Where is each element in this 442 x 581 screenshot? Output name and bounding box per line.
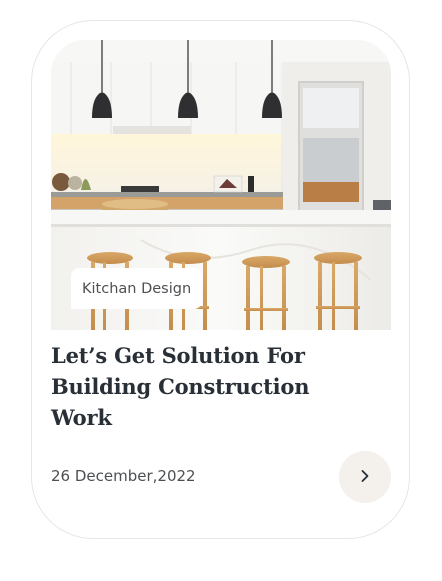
post-title[interactable]: Let’s Get Solution For Building Construc… xyxy=(51,340,341,433)
read-more-button[interactable] xyxy=(339,451,391,503)
category-tag[interactable]: Kitchan Design xyxy=(71,268,203,309)
category-tag-label: Kitchan Design xyxy=(82,280,192,297)
chevron-right-icon xyxy=(358,468,372,487)
post-date: 26 December,2022 xyxy=(51,467,196,485)
